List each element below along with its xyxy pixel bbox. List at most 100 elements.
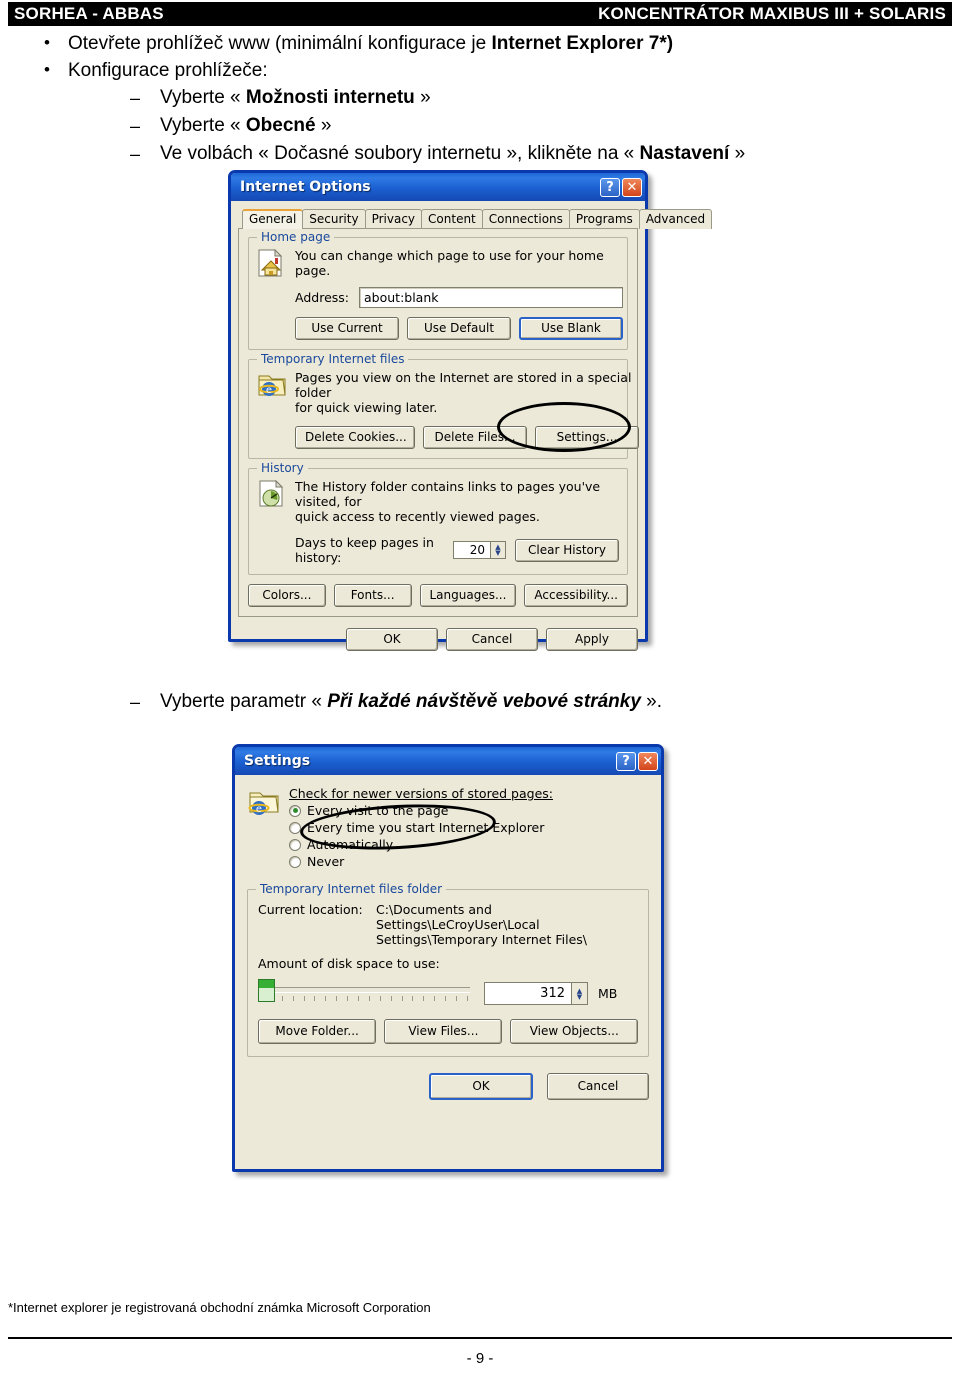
colors-button[interactable]: Colors...	[248, 584, 326, 607]
radio-every-start-label: Every time you start Internet Explorer	[307, 820, 545, 835]
check-newer-versions-label: Check for newer versions of stored pages…	[289, 786, 553, 801]
instruction-list: Otevřete prohlížeč www (minimální konfig…	[0, 29, 960, 168]
bullet-item-2: Konfigurace prohlížeče:	[0, 56, 960, 84]
bullet-1-bold: Internet Explorer 7*)	[491, 33, 674, 54]
radio-every-start[interactable]: Every time you start Internet Explorer	[289, 820, 649, 835]
settings-help-icon[interactable]: ?	[616, 751, 636, 771]
delete-cookies-button[interactable]: Delete Cookies...	[295, 426, 415, 449]
mid-instruction-before: Vyberte parametr «	[160, 691, 328, 712]
disk-space-label: Amount of disk space to use:	[258, 956, 440, 971]
radio-never-icon[interactable]	[289, 855, 301, 868]
header-right-title: KONCENTRÁTOR MAXIBUS III + SOLARIS	[598, 4, 946, 23]
tab-security[interactable]: Security	[302, 209, 366, 229]
settings-close-icon[interactable]: ✕	[638, 751, 658, 771]
svg-text:e: e	[266, 385, 272, 396]
tab-general[interactable]: General	[242, 209, 304, 229]
sub-bullet-3-bold: Nastavení	[639, 143, 730, 164]
radio-every-start-icon[interactable]	[289, 821, 301, 834]
mid-instruction: Vyberte parametr « Při každé návštěvě ve…	[0, 688, 960, 716]
slider-track[interactable]	[258, 978, 470, 1002]
internet-options-titlebar[interactable]: Internet Options ? ✕	[231, 173, 645, 201]
use-default-button[interactable]: Use Default	[407, 317, 511, 340]
settings-dialog[interactable]: Settings ? ✕ e Check for newer versions …	[232, 744, 664, 1172]
temp-files-description-line1: Pages you view on the Internet are store…	[295, 370, 632, 400]
disk-space-value[interactable]: 312	[484, 982, 571, 1005]
bullet-2-text: Konfigurace prohlížeče:	[68, 60, 268, 81]
delete-files-button[interactable]: Delete Files...	[423, 426, 527, 449]
current-location-line3: Settings\Temporary Internet Files\	[376, 932, 587, 947]
home-page-group: Home page You can change which page to u…	[248, 230, 628, 350]
settings-button[interactable]: Settings...	[535, 426, 639, 449]
accessibility-button[interactable]: Accessibility...	[524, 584, 628, 607]
sub-bullet-1-before: Vyberte «	[160, 87, 246, 108]
cancel-button[interactable]: Cancel	[446, 628, 538, 651]
radio-every-visit-icon[interactable]	[289, 804, 301, 817]
days-stepper-arrows-icon[interactable]: ▲ ▼	[490, 541, 506, 559]
settings-cancel-button[interactable]: Cancel	[547, 1073, 649, 1100]
home-page-icon	[257, 248, 287, 282]
radio-automatically[interactable]: Automatically	[289, 837, 649, 852]
sub-bullet-2-bold: Obecné	[245, 115, 316, 136]
days-to-keep-stepper[interactable]: 20 ▲ ▼	[453, 541, 506, 559]
slider-thumb[interactable]	[258, 978, 275, 1002]
languages-button[interactable]: Languages...	[419, 584, 517, 607]
settings-body: e Check for newer versions of stored pag…	[235, 775, 661, 1110]
settings-folder-icon: e	[247, 786, 281, 824]
days-to-keep-label: Days to keep pages in history:	[295, 535, 434, 565]
history-description-line2: quick access to recently viewed pages.	[295, 509, 540, 524]
use-current-button[interactable]: Use Current	[295, 317, 399, 340]
view-objects-button[interactable]: View Objects...	[510, 1019, 638, 1044]
settings-ok-button[interactable]: OK	[429, 1073, 533, 1100]
radio-automatically-label: Automatically	[307, 837, 394, 852]
sub-bullet-3: Ve volbách « Dočasné soubory internetu »…	[0, 140, 960, 168]
settings-title: Settings	[244, 753, 311, 769]
mid-instruction-bold: Při každé návštěvě vebové stránky	[327, 691, 641, 712]
sub-bullet-3-before: Ve volbách « Dočasné soubory internetu »…	[160, 143, 640, 164]
tab-programs[interactable]: Programs	[568, 209, 640, 229]
address-label: Address:	[295, 290, 349, 305]
sub-bullet-1: Vyberte « Možnosti internetu »	[0, 84, 960, 112]
current-location-line2: Settings\LeCroyUser\Local	[376, 917, 540, 932]
clear-history-button[interactable]: Clear History	[515, 538, 619, 562]
days-to-keep-value[interactable]: 20	[453, 541, 490, 559]
fonts-button[interactable]: Fonts...	[333, 584, 412, 607]
check-versions-section: e Check for newer versions of stored pag…	[247, 786, 649, 871]
address-input[interactable]: about:blank	[359, 287, 623, 308]
close-icon[interactable]: ✕	[622, 177, 642, 197]
temp-files-group-label: Temporary Internet files	[257, 352, 409, 366]
tab-content[interactable]: Content	[421, 209, 483, 229]
radio-never-label: Never	[307, 854, 345, 869]
current-location-line1: C:\Documents and	[376, 902, 492, 917]
move-folder-button[interactable]: Move Folder...	[258, 1019, 377, 1044]
disk-space-stepper[interactable]: 312 ▲ ▼	[484, 982, 588, 1005]
home-page-description: You can change which page to use for you…	[295, 248, 604, 278]
tab-advanced[interactable]: Advanced	[638, 209, 713, 229]
internet-options-tabstrip[interactable]: General Security Privacy Content Connect…	[238, 207, 713, 229]
view-files-button[interactable]: View Files...	[384, 1019, 503, 1044]
history-icon	[257, 479, 287, 513]
tab-privacy[interactable]: Privacy	[364, 209, 423, 229]
settings-titlebar[interactable]: Settings ? ✕	[235, 747, 661, 775]
disk-stepper-arrows-icon[interactable]: ▲ ▼	[571, 982, 588, 1005]
svg-text:e: e	[256, 804, 262, 815]
apply-button[interactable]: Apply	[546, 628, 638, 651]
home-page-group-label: Home page	[257, 230, 335, 244]
radio-automatically-icon[interactable]	[289, 838, 301, 851]
help-icon[interactable]: ?	[600, 177, 620, 197]
page-header-bar: SORHEA - ABBAS KONCENTRÁTOR MAXIBUS III …	[8, 2, 952, 26]
use-blank-button[interactable]: Use Blank	[519, 317, 623, 340]
current-location-label: Current location:	[258, 902, 363, 917]
history-group: History The History folder contains link…	[248, 461, 628, 575]
radio-never[interactable]: Never	[289, 854, 649, 869]
disk-space-slider[interactable]	[258, 978, 470, 1002]
radio-every-visit-label: Every visit to the page	[307, 803, 449, 818]
history-description-line1: The History folder contains links to pag…	[295, 479, 601, 509]
footer-divider	[8, 1337, 952, 1339]
internet-options-dialog[interactable]: Internet Options ? ✕ General Security Pr…	[228, 170, 713, 651]
ok-button[interactable]: OK	[346, 628, 438, 651]
radio-every-visit[interactable]: Every visit to the page	[289, 803, 649, 818]
tab-connections[interactable]: Connections	[481, 209, 570, 229]
history-group-label: History	[257, 461, 308, 475]
sub-bullet-2: Vyberte « Obecné »	[0, 112, 960, 140]
page-number: - 9 -	[466, 1350, 494, 1367]
